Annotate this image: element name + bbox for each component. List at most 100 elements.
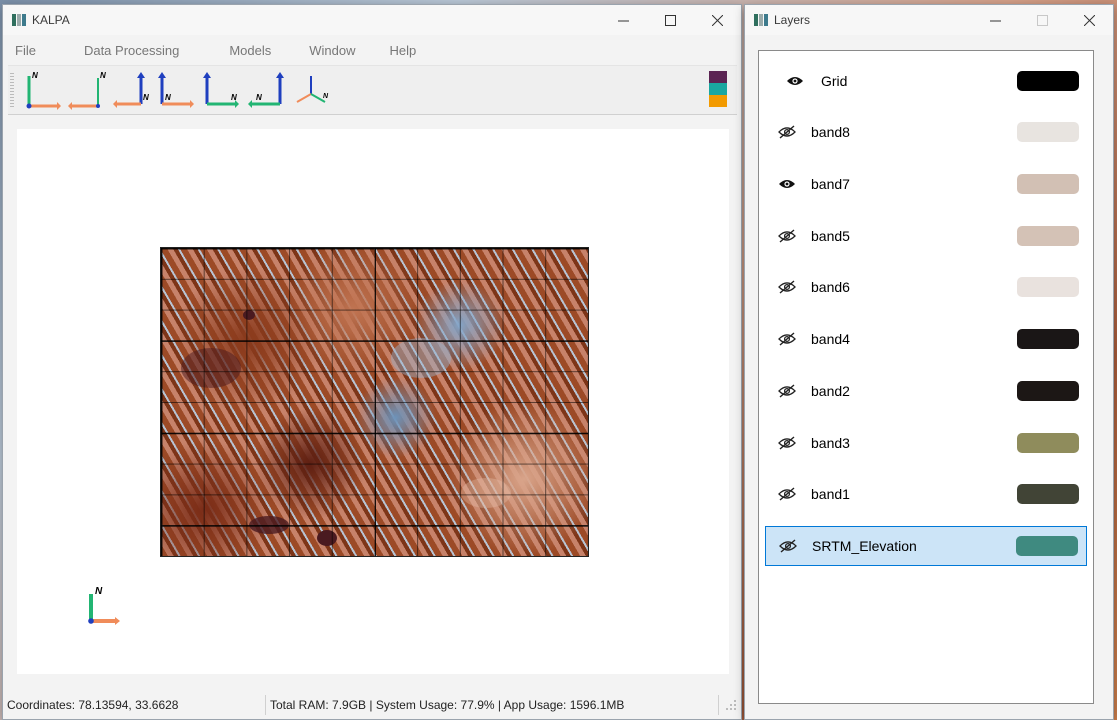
svg-text:N: N — [231, 93, 237, 102]
view-north-xy-button[interactable]: N — [18, 68, 63, 112]
compass-icon: N — [88, 586, 120, 625]
layer-name: band7 — [811, 176, 850, 192]
grid-coarse — [161, 248, 588, 556]
layer-name: band3 — [811, 435, 850, 451]
minimize-button[interactable] — [600, 5, 647, 35]
app-icon — [754, 14, 768, 26]
view-north-side-icon: N — [202, 72, 239, 108]
layer-name: SRTM_Elevation — [812, 538, 917, 554]
coordinates-readout: Coordinates: 78.13594, 33.6628 — [7, 698, 179, 712]
view-north-xy-mirrored-icon: N — [67, 71, 106, 110]
layer-row[interactable]: band4 — [765, 319, 1087, 359]
layer-color-swatch[interactable] — [1017, 433, 1079, 453]
system-usage-readout: Total RAM: 7.9GB | System Usage: 77.9% |… — [270, 698, 625, 712]
eye-hidden-icon[interactable] — [777, 125, 797, 139]
layers-window: Layers Grid band8 band7 band5 band6 band4 band… — [745, 5, 1113, 719]
menu-data-processing[interactable]: Data Processing — [48, 43, 191, 58]
maximize-icon — [1037, 14, 1048, 26]
layer-row[interactable]: band3 — [765, 423, 1087, 463]
layer-name: band5 — [811, 228, 850, 244]
eye-hidden-icon[interactable] — [777, 332, 797, 346]
color-swatch-3[interactable] — [709, 95, 727, 107]
eye-hidden-icon[interactable] — [778, 539, 798, 553]
minimize-icon — [990, 20, 1001, 21]
layer-color-swatch[interactable] — [1017, 174, 1079, 194]
layer-row[interactable]: band5 — [765, 216, 1087, 256]
color-stack[interactable] — [709, 71, 727, 107]
layer-color-swatch[interactable] — [1017, 226, 1079, 246]
menu-window[interactable]: Window — [283, 43, 367, 58]
layer-row[interactable]: band8 — [765, 112, 1087, 152]
view-north-front-left-button[interactable]: N — [108, 68, 153, 112]
view-north-front-right-button[interactable]: N — [153, 68, 198, 112]
layer-row[interactable]: band2 — [765, 371, 1087, 411]
maximize-button[interactable] — [647, 5, 694, 35]
menu-file[interactable]: File — [3, 43, 48, 58]
layer-color-swatch[interactable] — [1016, 536, 1078, 556]
layer-list: Grid band8 band7 band5 band6 band4 band2 band3 b… — [758, 50, 1094, 704]
layers-titlebar[interactable]: Layers — [745, 5, 1113, 35]
color-swatch-2[interactable] — [709, 83, 727, 95]
close-button[interactable] — [694, 5, 741, 35]
layers-minimize-button[interactable] — [972, 5, 1019, 35]
menu-models[interactable]: Models — [191, 43, 283, 58]
layer-name: band4 — [811, 331, 850, 347]
eye-hidden-icon[interactable] — [777, 384, 797, 398]
view-north-xy-mirrored-button[interactable]: N — [63, 68, 108, 112]
svg-text:N: N — [32, 71, 38, 80]
layer-color-swatch[interactable] — [1017, 484, 1079, 504]
layer-color-swatch[interactable] — [1017, 329, 1079, 349]
layer-row[interactable]: band1 — [765, 474, 1087, 514]
map-canvas[interactable]: N — [17, 129, 729, 674]
view-3d-axes-button[interactable]: N — [288, 68, 333, 112]
status-divider — [718, 695, 719, 715]
layer-row[interactable]: band7 — [765, 164, 1087, 204]
layer-color-swatch[interactable] — [1017, 122, 1079, 142]
layer-row[interactable]: band6 — [765, 267, 1087, 307]
elevation-raster[interactable] — [160, 247, 589, 557]
color-swatch-1[interactable] — [709, 71, 727, 83]
layer-name: band1 — [811, 486, 850, 502]
minimize-icon — [618, 20, 629, 21]
toolbar-grip[interactable] — [10, 73, 14, 107]
eye-visible-icon[interactable] — [777, 177, 797, 191]
view-north-xy-icon: N — [26, 71, 61, 110]
compass-label: N — [95, 586, 103, 597]
app-icon — [12, 14, 26, 26]
toolbar: N N N N N N N — [8, 65, 737, 115]
eye-hidden-icon[interactable] — [777, 487, 797, 501]
window-title: KALPA — [32, 13, 70, 27]
layers-maximize-button — [1019, 5, 1066, 35]
close-icon — [712, 14, 723, 26]
layers-close-button[interactable] — [1066, 5, 1113, 35]
layer-name: band2 — [811, 383, 850, 399]
layer-name: band6 — [811, 279, 850, 295]
main-window: KALPA File Data Processing Models Window… — [3, 5, 741, 719]
resize-grip-icon[interactable] — [725, 699, 737, 711]
view-3d-axes-icon: N — [296, 76, 329, 103]
svg-text:N: N — [165, 93, 171, 102]
eye-visible-icon[interactable] — [785, 74, 805, 88]
view-north-side-mirrored-button[interactable]: N — [243, 68, 288, 112]
eye-hidden-icon[interactable] — [777, 436, 797, 450]
maximize-icon — [665, 14, 676, 26]
layer-row[interactable]: Grid — [765, 61, 1087, 101]
eye-hidden-icon[interactable] — [777, 280, 797, 294]
layer-color-swatch[interactable] — [1017, 71, 1079, 91]
north-compass: N — [87, 584, 127, 631]
svg-text:N: N — [100, 71, 106, 80]
layer-name: band8 — [811, 124, 850, 140]
svg-text:N: N — [256, 93, 262, 102]
close-icon — [1084, 14, 1095, 26]
layers-title: Layers — [774, 13, 811, 27]
menubar: File Data Processing Models Window Help — [3, 35, 741, 65]
layer-row[interactable]: SRTM_Elevation — [765, 526, 1087, 566]
svg-text:N: N — [323, 93, 329, 100]
layer-color-swatch[interactable] — [1017, 381, 1079, 401]
view-north-side-mirrored-icon: N — [247, 72, 284, 108]
view-north-side-button[interactable]: N — [198, 68, 243, 112]
menu-help[interactable]: Help — [368, 43, 429, 58]
eye-hidden-icon[interactable] — [777, 229, 797, 243]
layer-color-swatch[interactable] — [1017, 277, 1079, 297]
main-titlebar[interactable]: KALPA — [3, 5, 741, 35]
